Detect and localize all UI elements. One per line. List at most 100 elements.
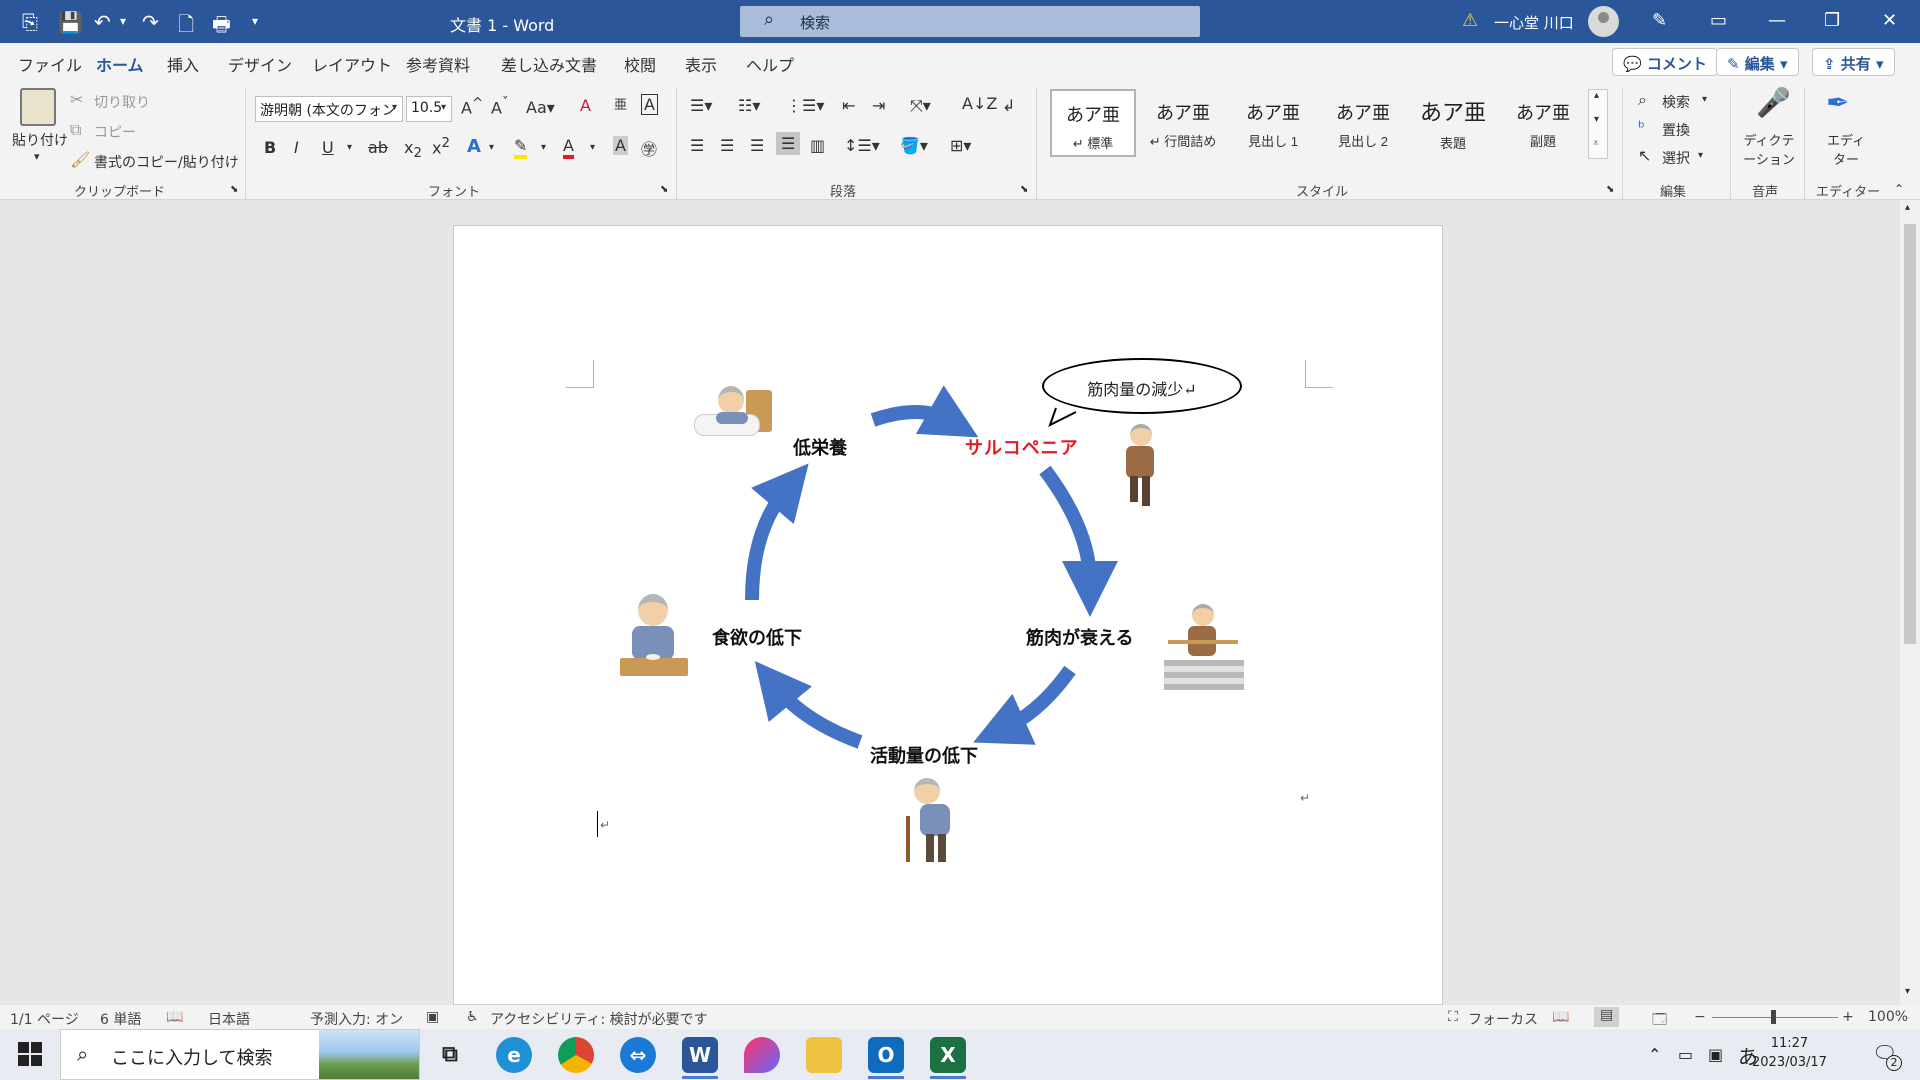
- focus-icon[interactable]: ⛶: [1448, 1009, 1458, 1025]
- editor-button-label[interactable]: エディター: [1826, 130, 1866, 168]
- font-launcher-icon[interactable]: ⬊: [660, 184, 668, 195]
- text-direction-icon[interactable]: ⤧▾: [910, 96, 931, 116]
- subscript-icon[interactable]: x2: [404, 138, 422, 161]
- paint-icon[interactable]: [744, 1037, 780, 1073]
- ribbon-display-icon[interactable]: ▭: [1710, 10, 1727, 31]
- tab-insert[interactable]: 挿入: [167, 52, 199, 76]
- find-dropdown-icon[interactable]: ▾: [1702, 94, 1707, 105]
- zoom-in-icon[interactable]: +: [1842, 1009, 1854, 1025]
- increase-indent-icon[interactable]: ⇥: [872, 96, 885, 115]
- outlook-icon[interactable]: O: [868, 1037, 904, 1073]
- font-color-dropdown-icon[interactable]: ▾: [590, 142, 595, 153]
- warning-icon[interactable]: ⚠: [1462, 10, 1478, 31]
- new-document-icon[interactable]: 🗋: [178, 10, 194, 44]
- font-name-dropdown-icon[interactable]: ▾: [392, 102, 397, 113]
- underline-dropdown-icon[interactable]: ▾: [347, 142, 352, 153]
- edit-mode-button[interactable]: ✎ 編集 ▾: [1716, 48, 1799, 76]
- scroll-thumb[interactable]: [1904, 224, 1916, 644]
- copy-icon[interactable]: ⧉: [70, 120, 81, 140]
- italic-icon[interactable]: I: [294, 138, 299, 157]
- character-shading-icon[interactable]: A: [613, 136, 628, 155]
- word-count[interactable]: 6 単語: [100, 1009, 141, 1029]
- pen-icon[interactable]: ✎: [1652, 10, 1667, 31]
- tab-home[interactable]: ホーム: [96, 52, 144, 84]
- taskbar-search-input[interactable]: ⌕ ここに入力して検索: [60, 1029, 420, 1080]
- underline-icon[interactable]: U: [322, 138, 334, 157]
- multilevel-list-icon[interactable]: ⋮☰▾: [786, 96, 824, 115]
- customize-toolbar-icon[interactable]: ▾: [252, 14, 258, 28]
- copy-label[interactable]: コピー: [94, 122, 136, 142]
- chrome-icon[interactable]: [558, 1037, 594, 1073]
- file-explorer-icon[interactable]: [806, 1037, 842, 1073]
- scroll-down-icon[interactable]: ▾: [1905, 986, 1910, 997]
- tab-layout[interactable]: レイアウト: [312, 52, 392, 76]
- document-page[interactable]: ↵ ↵: [453, 225, 1443, 1005]
- numbering-icon[interactable]: ☷▾: [738, 96, 760, 115]
- accessibility-status[interactable]: アクセシビリティ: 検討が必要です: [490, 1009, 708, 1029]
- clipboard-launcher-icon[interactable]: ⬊: [230, 184, 238, 195]
- paragraph-launcher-icon[interactable]: ⬊: [1020, 184, 1028, 195]
- replace-icon[interactable]: ᵇ: [1638, 118, 1645, 137]
- align-center-icon[interactable]: ☰: [720, 136, 734, 155]
- meet-now-icon[interactable]: ▣: [1708, 1045, 1723, 1064]
- avatar[interactable]: [1588, 6, 1619, 37]
- paste-dropdown-icon[interactable]: ▾: [34, 150, 40, 163]
- sort-icon[interactable]: A↓Z: [962, 94, 997, 113]
- save-icon[interactable]: 💾: [58, 10, 83, 34]
- distributed-icon[interactable]: ▥: [810, 136, 825, 155]
- font-name-combo[interactable]: 游明朝 (本文のフォン: [255, 96, 403, 122]
- dictate-label[interactable]: ディクテーション: [1740, 130, 1798, 168]
- windows-start-icon[interactable]: [18, 1042, 42, 1066]
- strikethrough-icon[interactable]: ab: [368, 138, 388, 157]
- cut-icon[interactable]: ✂: [70, 90, 83, 109]
- style-subtitle[interactable]: あア亜 副題: [1500, 89, 1586, 157]
- cut-label[interactable]: 切り取り: [94, 92, 150, 112]
- tab-file[interactable]: ファイル: [18, 52, 82, 76]
- change-case-icon[interactable]: Aa▾: [526, 98, 555, 117]
- find-icon[interactable]: ⌕: [1638, 90, 1647, 110]
- borders-icon[interactable]: ⊞▾: [950, 136, 971, 155]
- share-button[interactable]: ⇪ 共有 ▾: [1812, 48, 1895, 76]
- show-marks-icon[interactable]: ↲: [1002, 96, 1015, 115]
- styles-launcher-icon[interactable]: ⬊: [1606, 184, 1614, 195]
- tab-review[interactable]: 校閲: [624, 52, 656, 76]
- word-icon[interactable]: W: [682, 1037, 718, 1073]
- undo-icon[interactable]: ↶: [94, 10, 111, 34]
- style-heading-1[interactable]: あア亜 見出し 1: [1230, 89, 1316, 157]
- bullets-icon[interactable]: ☰▾: [690, 96, 712, 115]
- redo-icon[interactable]: ↷: [142, 10, 159, 34]
- chevron-down-icon[interactable]: ▾: [1594, 114, 1599, 125]
- font-color-icon[interactable]: A: [563, 136, 574, 159]
- excel-icon[interactable]: X: [930, 1037, 966, 1073]
- text-effects-icon[interactable]: A: [467, 136, 481, 157]
- comment-button[interactable]: 💬 コメント: [1612, 48, 1718, 76]
- microphone-icon[interactable]: 🎤: [1756, 86, 1791, 119]
- paste-icon[interactable]: [20, 88, 56, 126]
- read-mode-icon[interactable]: 📖: [1552, 1009, 1569, 1025]
- user-name[interactable]: 一心堂 川口: [1494, 12, 1574, 33]
- restore-icon[interactable]: ❐: [1824, 10, 1840, 31]
- format-painter-label[interactable]: 書式のコピー/貼り付け: [94, 152, 239, 172]
- select-dropdown-icon[interactable]: ▾: [1698, 150, 1703, 161]
- tab-references[interactable]: 参考資料: [406, 52, 470, 76]
- shading-icon[interactable]: 🪣▾: [900, 136, 928, 155]
- paste-label[interactable]: 貼り付け: [12, 130, 68, 150]
- language[interactable]: 日本語: [208, 1009, 250, 1029]
- tab-view[interactable]: 表示: [685, 52, 717, 76]
- predictive-input[interactable]: 予測入力: オン: [310, 1009, 403, 1029]
- tab-help[interactable]: ヘルプ: [746, 52, 794, 76]
- character-border-icon[interactable]: A: [641, 94, 658, 115]
- minimize-icon[interactable]: —: [1768, 10, 1786, 31]
- justify-icon[interactable]: ☰: [776, 132, 801, 155]
- macro-icon[interactable]: ▣: [426, 1009, 439, 1025]
- replace-label[interactable]: 置換: [1662, 120, 1690, 140]
- print-layout-icon[interactable]: ▤: [1594, 1007, 1620, 1027]
- print-icon[interactable]: 🖶: [212, 10, 231, 44]
- chevron-up-icon[interactable]: ▴: [1594, 90, 1599, 101]
- tray-overflow-icon[interactable]: ⌃: [1648, 1045, 1661, 1064]
- task-view-icon[interactable]: ⧉: [432, 1037, 468, 1073]
- edge-icon[interactable]: e: [496, 1037, 532, 1073]
- highlight-dropdown-icon[interactable]: ▾: [541, 142, 546, 153]
- zoom-out-icon[interactable]: −: [1694, 1009, 1706, 1025]
- more-styles-icon[interactable]: ⩡: [1593, 138, 1599, 149]
